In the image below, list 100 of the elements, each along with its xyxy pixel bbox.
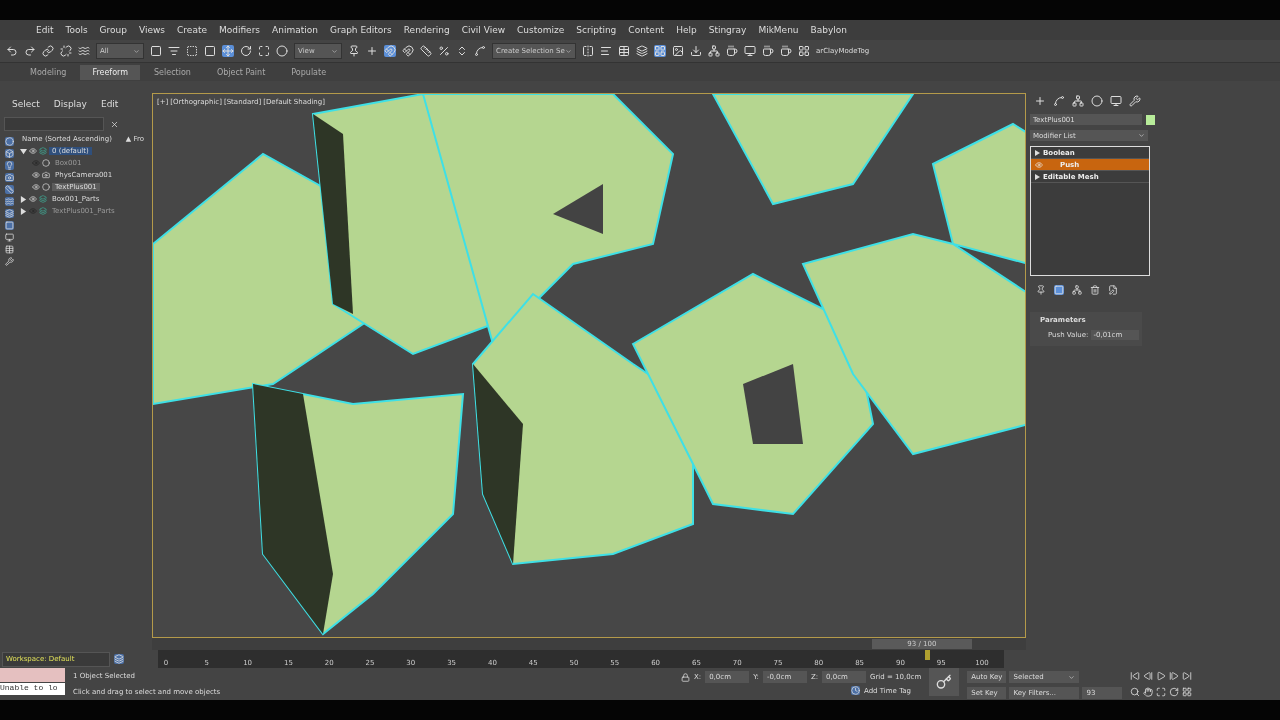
- search-field[interactable]: [4, 117, 104, 131]
- menu-item[interactable]: Animation: [266, 25, 324, 35]
- filter-icon[interactable]: [4, 161, 14, 170]
- filter-icon[interactable]: [4, 173, 14, 182]
- layer-icon: [39, 207, 47, 215]
- script-listener-field[interactable]: [0, 668, 65, 682]
- redo-icon[interactable]: [24, 45, 36, 57]
- menu-item[interactable]: Select: [12, 99, 40, 109]
- layers-icon[interactable]: [636, 45, 648, 57]
- menu-item[interactable]: Create: [171, 25, 213, 35]
- menu-item[interactable]: Scripting: [570, 25, 623, 35]
- close-icon[interactable]: [110, 119, 119, 129]
- script-output-field[interactable]: Unable to lo: [0, 683, 65, 695]
- layer-icon: [39, 195, 47, 203]
- ribbon-tab[interactable]: Populate: [279, 64, 339, 80]
- lock-icon[interactable]: [681, 672, 690, 682]
- unlink-icon[interactable]: [60, 45, 72, 57]
- menu-item[interactable]: Customize: [511, 25, 571, 35]
- link-icon[interactable]: [42, 45, 54, 57]
- undo-icon[interactable]: [6, 45, 18, 57]
- hand-icon[interactable]: [1143, 687, 1154, 700]
- ribbon-tab[interactable]: Selection: [142, 64, 203, 80]
- clock-icon[interactable]: [851, 686, 860, 695]
- grid-icon[interactable]: [654, 45, 666, 57]
- ribbon-tab[interactable]: Modeling: [18, 64, 79, 80]
- filter-icon[interactable]: [4, 185, 14, 194]
- panel-tab-icon[interactable]: [1053, 95, 1065, 107]
- expand-arrow-icon[interactable]: [20, 147, 27, 155]
- caret-icon: [331, 47, 338, 55]
- add-key-button[interactable]: [929, 668, 960, 696]
- eye-icon: [1035, 160, 1043, 169]
- filter-icon[interactable]: [4, 137, 14, 146]
- menu-item[interactable]: MikMenu: [752, 25, 805, 35]
- expand-arrow-icon: [1035, 173, 1040, 180]
- panel-tab-icon[interactable]: [1129, 95, 1141, 107]
- download-icon[interactable]: [690, 45, 702, 57]
- scale-icon[interactable]: [258, 45, 270, 57]
- expand-arrow-icon[interactable]: [20, 207, 27, 215]
- magnet-icon[interactable]: [384, 45, 396, 57]
- menu-item[interactable]: Tools: [59, 25, 94, 35]
- panel-tab-icon[interactable]: [1091, 95, 1103, 107]
- mirror-icon[interactable]: [582, 45, 594, 57]
- plus-icon[interactable]: [366, 45, 378, 57]
- table-icon[interactable]: [618, 45, 630, 57]
- network-icon[interactable]: [708, 45, 720, 57]
- align-icon[interactable]: [600, 45, 612, 57]
- menu-item[interactable]: Display: [53, 99, 87, 109]
- dashed-square-icon[interactable]: [186, 45, 198, 57]
- menu-item[interactable]: Edit: [100, 99, 119, 109]
- menu-item[interactable]: Rendering: [397, 25, 456, 35]
- layer-icon: [39, 147, 47, 155]
- menu-item[interactable]: Content: [622, 25, 671, 35]
- percent-icon[interactable]: [438, 45, 450, 57]
- color-swatch[interactable]: [1146, 114, 1155, 125]
- caret-icon: [133, 47, 140, 55]
- square-icon[interactable]: [150, 45, 162, 57]
- menu-item[interactable]: Views: [133, 25, 172, 35]
- move-icon[interactable]: [222, 45, 234, 57]
- filter-icon[interactable]: [4, 221, 14, 230]
- pin-icon[interactable]: [348, 45, 360, 57]
- rotate-icon[interactable]: [240, 45, 252, 57]
- ribbon-tab[interactable]: Object Paint: [204, 64, 278, 80]
- circle-icon[interactable]: [276, 45, 288, 57]
- filter-icon[interactable]: [4, 209, 14, 218]
- menu-item[interactable]: Babylon: [804, 25, 854, 35]
- menu-item[interactable]: Civil View: [455, 25, 512, 35]
- menu-item[interactable]: Graph Editors: [323, 25, 398, 35]
- image-icon[interactable]: [672, 45, 684, 57]
- menu-item[interactable]: Modifiers: [212, 25, 267, 35]
- grid-icon[interactable]: [798, 45, 810, 57]
- edit-icon[interactable]: [1108, 285, 1118, 295]
- panel-tab-icon[interactable]: [1072, 95, 1084, 107]
- snap-icon[interactable]: [402, 45, 414, 57]
- expand-arrow-icon[interactable]: [20, 195, 27, 203]
- dots-icon[interactable]: [1072, 285, 1082, 295]
- filter-icon[interactable]: [4, 197, 14, 206]
- pin-icon[interactable]: [1036, 285, 1046, 295]
- camera-icon: [42, 171, 50, 179]
- wave-icon[interactable]: [78, 45, 90, 57]
- spinner-icon[interactable]: [456, 45, 468, 57]
- panel-tab-icon[interactable]: [1034, 95, 1046, 107]
- panel-tab-icon[interactable]: [1110, 95, 1122, 107]
- caret-icon: [1068, 673, 1076, 681]
- square-icon[interactable]: [204, 45, 216, 57]
- menu-item[interactable]: Help: [670, 25, 703, 35]
- menu-item[interactable]: Group: [93, 25, 133, 35]
- ribbon-tab[interactable]: Freeform: [80, 64, 141, 80]
- window-icon[interactable]: [744, 45, 756, 57]
- filter-icon[interactable]: [4, 233, 14, 242]
- filter-icon[interactable]: [4, 257, 14, 266]
- expand-arrow-icon: [1035, 149, 1040, 156]
- trash-icon[interactable]: [1090, 285, 1100, 295]
- list-icon[interactable]: [168, 45, 180, 57]
- dot-icon: [42, 183, 50, 191]
- dot-icon: [42, 159, 50, 167]
- menu-item[interactable]: Edit: [30, 25, 60, 35]
- layers-icon[interactable]: [114, 654, 124, 664]
- filter-icon[interactable]: [4, 245, 14, 254]
- filter-icon[interactable]: [4, 149, 14, 158]
- menu-item[interactable]: Stingray: [702, 25, 753, 35]
